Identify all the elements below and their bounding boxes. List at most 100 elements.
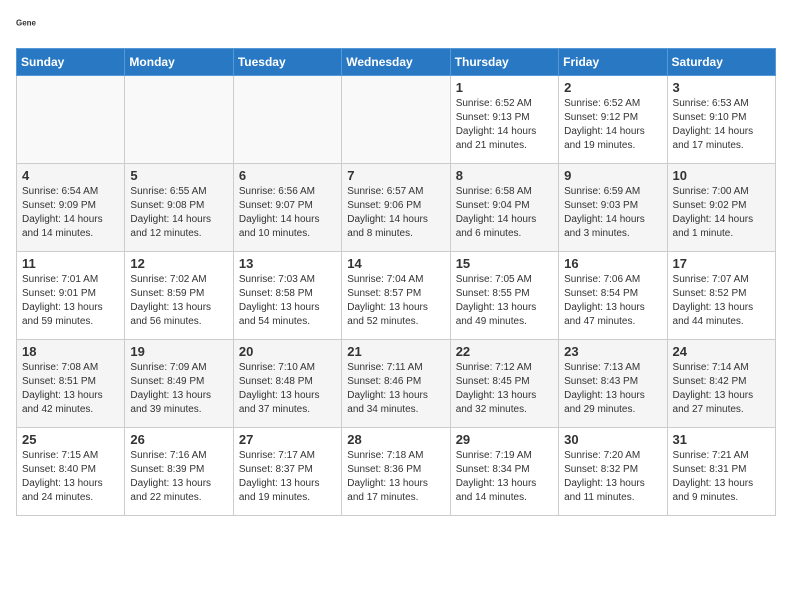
week-row-1: 1 Sunrise: 6:52 AM Sunset: 9:13 PM Daylig… <box>17 76 776 164</box>
weekday-header-tuesday: Tuesday <box>233 49 341 76</box>
day-number: 3 <box>673 80 770 95</box>
calendar-cell: 12Sunrise: 7:02 AM Sunset: 8:59 PM Dayli… <box>125 252 233 340</box>
calendar-cell <box>17 76 125 164</box>
calendar-cell: 8 Sunrise: 6:58 AM Sunset: 9:04 PM Daylig… <box>450 164 558 252</box>
day-number: 10 <box>673 168 770 183</box>
calendar-cell: 10 Sunrise: 7:00 AM Sunset: 9:02 PM Dayli… <box>667 164 775 252</box>
day-info: Sunrise: 7:21 AM Sunset: 8:31 PM Dayligh… <box>673 449 770 505</box>
day-info: Sunrise: 7:04 AM Sunset: 8:57 PM Dayligh… <box>347 273 444 329</box>
day-number: 4 <box>22 168 119 183</box>
day-info: Sunrise: 6:56 AM Sunset: 9:07 PM Dayligh… <box>239 185 336 241</box>
week-row-2: 4Sunrise: 6:54 AM Sunset: 9:09 PM Daylig… <box>17 164 776 252</box>
day-number: 23 <box>564 344 661 359</box>
day-info: Sunrise: 6:52 AM Sunset: 9:13 PM Dayligh… <box>456 97 553 153</box>
calendar-cell: 29 Sunrise: 7:19 AM Sunset: 8:34 PM Dayli… <box>450 428 558 516</box>
day-number: 7 <box>347 168 444 183</box>
day-info: Sunrise: 6:58 AM Sunset: 9:04 PM Dayligh… <box>456 185 553 241</box>
day-info: Sunrise: 7:09 AM Sunset: 8:49 PM Dayligh… <box>130 361 227 417</box>
calendar-cell: 4Sunrise: 6:54 AM Sunset: 9:09 PM Daylig… <box>17 164 125 252</box>
day-info: Sunrise: 7:10 AM Sunset: 8:48 PM Dayligh… <box>239 361 336 417</box>
calendar-cell: 21Sunrise: 7:11 AM Sunset: 8:46 PM Dayli… <box>342 340 450 428</box>
day-info: Sunrise: 6:53 AM Sunset: 9:10 PM Dayligh… <box>673 97 770 153</box>
calendar-cell: 16 Sunrise: 7:06 AM Sunset: 8:54 PM Dayli… <box>559 252 667 340</box>
weekday-header-saturday: Saturday <box>667 49 775 76</box>
weekday-header-friday: Friday <box>559 49 667 76</box>
calendar-cell: 5 Sunrise: 6:55 AM Sunset: 9:08 PM Daylig… <box>125 164 233 252</box>
day-number: 20 <box>239 344 336 359</box>
page-header: General <box>16 16 776 36</box>
day-info: Sunrise: 7:08 AM Sunset: 8:51 PM Dayligh… <box>22 361 119 417</box>
calendar-cell: 11Sunrise: 7:01 AM Sunset: 9:01 PM Dayli… <box>17 252 125 340</box>
day-number: 16 <box>564 256 661 271</box>
day-number: 18 <box>22 344 119 359</box>
day-info: Sunrise: 7:01 AM Sunset: 9:01 PM Dayligh… <box>22 273 119 329</box>
day-info: Sunrise: 7:19 AM Sunset: 8:34 PM Dayligh… <box>456 449 553 505</box>
weekday-header-row: SundayMondayTuesdayWednesdayThursdayFrid… <box>17 49 776 76</box>
calendar-cell: 23 Sunrise: 7:13 AM Sunset: 8:43 PM Dayli… <box>559 340 667 428</box>
logo: General <box>16 16 38 36</box>
day-number: 15 <box>456 256 553 271</box>
week-row-5: 25Sunrise: 7:15 AM Sunset: 8:40 PM Dayli… <box>17 428 776 516</box>
day-number: 17 <box>673 256 770 271</box>
calendar-cell: 24Sunrise: 7:14 AM Sunset: 8:42 PM Dayli… <box>667 340 775 428</box>
calendar-cell: 28 Sunrise: 7:18 AM Sunset: 8:36 PM Dayli… <box>342 428 450 516</box>
weekday-header-sunday: Sunday <box>17 49 125 76</box>
day-info: Sunrise: 6:57 AM Sunset: 9:06 PM Dayligh… <box>347 185 444 241</box>
day-info: Sunrise: 7:13 AM Sunset: 8:43 PM Dayligh… <box>564 361 661 417</box>
weekday-header-wednesday: Wednesday <box>342 49 450 76</box>
day-number: 27 <box>239 432 336 447</box>
day-number: 29 <box>456 432 553 447</box>
day-info: Sunrise: 7:05 AM Sunset: 8:55 PM Dayligh… <box>456 273 553 329</box>
day-number: 30 <box>564 432 661 447</box>
calendar-cell: 2 Sunrise: 6:52 AM Sunset: 9:12 PM Daylig… <box>559 76 667 164</box>
calendar-body: 1 Sunrise: 6:52 AM Sunset: 9:13 PM Daylig… <box>17 76 776 516</box>
day-info: Sunrise: 7:07 AM Sunset: 8:52 PM Dayligh… <box>673 273 770 329</box>
day-number: 26 <box>130 432 227 447</box>
day-info: Sunrise: 6:59 AM Sunset: 9:03 PM Dayligh… <box>564 185 661 241</box>
calendar-cell: 6Sunrise: 6:56 AM Sunset: 9:07 PM Daylig… <box>233 164 341 252</box>
day-number: 1 <box>456 80 553 95</box>
calendar-cell: 3 Sunrise: 6:53 AM Sunset: 9:10 PM Daylig… <box>667 76 775 164</box>
day-number: 14 <box>347 256 444 271</box>
calendar-cell: 1 Sunrise: 6:52 AM Sunset: 9:13 PM Daylig… <box>450 76 558 164</box>
day-info: Sunrise: 7:17 AM Sunset: 8:37 PM Dayligh… <box>239 449 336 505</box>
day-info: Sunrise: 6:55 AM Sunset: 9:08 PM Dayligh… <box>130 185 227 241</box>
calendar-cell: 13Sunrise: 7:03 AM Sunset: 8:58 PM Dayli… <box>233 252 341 340</box>
calendar-cell: 25Sunrise: 7:15 AM Sunset: 8:40 PM Dayli… <box>17 428 125 516</box>
day-number: 21 <box>347 344 444 359</box>
day-number: 28 <box>347 432 444 447</box>
day-info: Sunrise: 7:06 AM Sunset: 8:54 PM Dayligh… <box>564 273 661 329</box>
day-info: Sunrise: 7:20 AM Sunset: 8:32 PM Dayligh… <box>564 449 661 505</box>
week-row-4: 18 Sunrise: 7:08 AM Sunset: 8:51 PM Dayli… <box>17 340 776 428</box>
calendar-cell: 27 Sunrise: 7:17 AM Sunset: 8:37 PM Dayli… <box>233 428 341 516</box>
calendar-table: SundayMondayTuesdayWednesdayThursdayFrid… <box>16 48 776 516</box>
day-number: 5 <box>130 168 227 183</box>
calendar-cell: 14 Sunrise: 7:04 AM Sunset: 8:57 PM Dayli… <box>342 252 450 340</box>
calendar-cell: 19Sunrise: 7:09 AM Sunset: 8:49 PM Dayli… <box>125 340 233 428</box>
day-info: Sunrise: 7:14 AM Sunset: 8:42 PM Dayligh… <box>673 361 770 417</box>
day-number: 2 <box>564 80 661 95</box>
week-row-3: 11Sunrise: 7:01 AM Sunset: 9:01 PM Dayli… <box>17 252 776 340</box>
day-number: 31 <box>673 432 770 447</box>
day-info: Sunrise: 7:00 AM Sunset: 9:02 PM Dayligh… <box>673 185 770 241</box>
day-number: 9 <box>564 168 661 183</box>
calendar-cell <box>233 76 341 164</box>
calendar-cell: 30 Sunrise: 7:20 AM Sunset: 8:32 PM Dayli… <box>559 428 667 516</box>
calendar-cell <box>342 76 450 164</box>
calendar-cell: 7 Sunrise: 6:57 AM Sunset: 9:06 PM Daylig… <box>342 164 450 252</box>
weekday-header-thursday: Thursday <box>450 49 558 76</box>
day-info: Sunrise: 7:03 AM Sunset: 8:58 PM Dayligh… <box>239 273 336 329</box>
day-number: 12 <box>130 256 227 271</box>
weekday-header-monday: Monday <box>125 49 233 76</box>
calendar-cell: 20 Sunrise: 7:10 AM Sunset: 8:48 PM Dayli… <box>233 340 341 428</box>
day-info: Sunrise: 6:52 AM Sunset: 9:12 PM Dayligh… <box>564 97 661 153</box>
day-number: 22 <box>456 344 553 359</box>
day-info: Sunrise: 7:12 AM Sunset: 8:45 PM Dayligh… <box>456 361 553 417</box>
calendar-cell: 26 Sunrise: 7:16 AM Sunset: 8:39 PM Dayli… <box>125 428 233 516</box>
day-info: Sunrise: 7:18 AM Sunset: 8:36 PM Dayligh… <box>347 449 444 505</box>
day-number: 8 <box>456 168 553 183</box>
day-info: Sunrise: 7:15 AM Sunset: 8:40 PM Dayligh… <box>22 449 119 505</box>
calendar-cell: 18 Sunrise: 7:08 AM Sunset: 8:51 PM Dayli… <box>17 340 125 428</box>
calendar-cell: 17 Sunrise: 7:07 AM Sunset: 8:52 PM Dayli… <box>667 252 775 340</box>
day-info: Sunrise: 7:16 AM Sunset: 8:39 PM Dayligh… <box>130 449 227 505</box>
